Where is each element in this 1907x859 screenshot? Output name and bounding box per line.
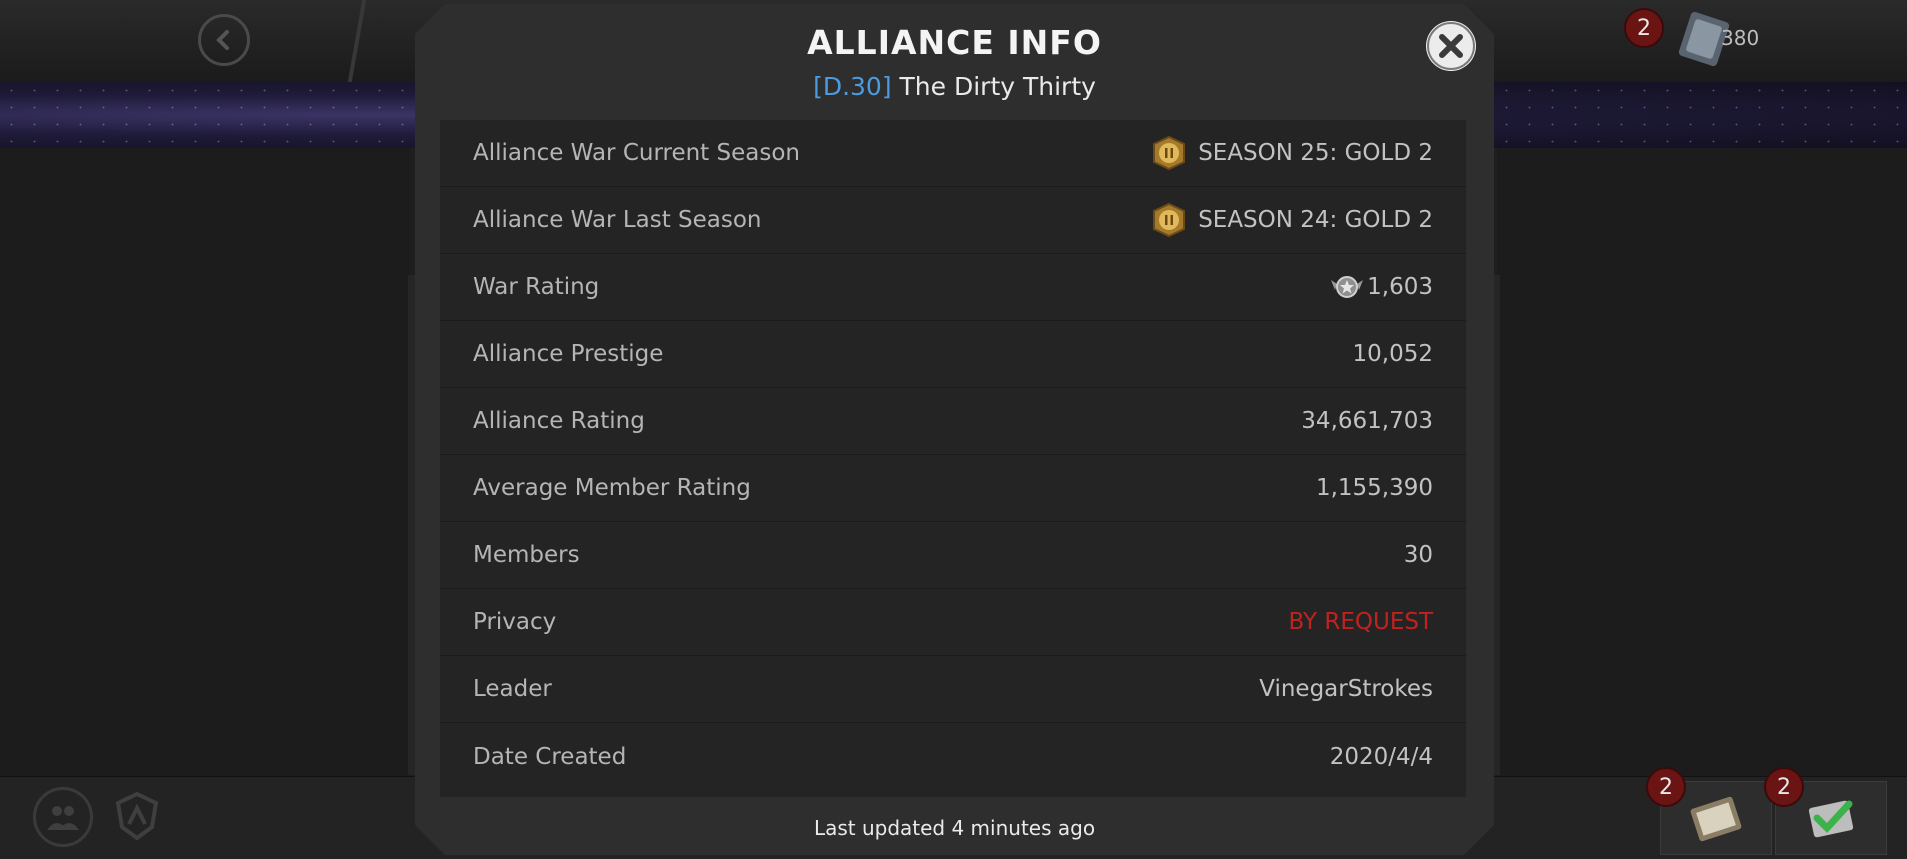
row-value: SEASON 25: GOLD 2 xyxy=(1150,135,1433,171)
members-icon[interactable] xyxy=(33,787,93,847)
gold-tier-badge-icon xyxy=(1150,202,1188,238)
row-alliance-prestige: Alliance Prestige 10,052 xyxy=(440,321,1466,388)
back-button[interactable] xyxy=(198,14,250,66)
close-icon xyxy=(1426,21,1476,71)
row-value: 2020/4/4 xyxy=(1329,743,1433,770)
row-label: Average Member Rating xyxy=(473,475,751,501)
leader-name[interactable]: VinegarStrokes xyxy=(1259,676,1433,702)
row-value: 1,603 xyxy=(1329,272,1433,302)
quests-badge: 2 xyxy=(1646,767,1686,807)
row-value: SEASON 24: GOLD 2 xyxy=(1150,202,1433,238)
row-war-current-season: Alliance War Current Season SEASON 25: G… xyxy=(440,120,1466,187)
row-label: War Rating xyxy=(473,274,600,300)
modal-title: ALLIANCE INFO xyxy=(807,23,1102,62)
checkmark-icon xyxy=(1808,800,1854,838)
row-label: Alliance War Current Season xyxy=(473,140,800,166)
alliance-shield-icon[interactable] xyxy=(112,791,162,841)
row-alliance-rating: Alliance Rating 34,661,703 xyxy=(440,388,1466,455)
privacy-status: BY REQUEST xyxy=(1288,609,1433,635)
alliance-info-modal: ALLIANCE INFO [D.30] The Dirty Thirty Al… xyxy=(415,4,1494,855)
chevron-left-icon xyxy=(216,30,229,50)
alliance-name-line: [D.30] The Dirty Thirty xyxy=(415,72,1494,101)
alliance-tag: [D.30] xyxy=(813,72,892,101)
row-value-text: SEASON 24: GOLD 2 xyxy=(1198,207,1433,233)
row-date-created: Date Created 2020/4/4 xyxy=(440,723,1466,790)
row-value: 34,661,703 xyxy=(1301,408,1433,434)
right-panel xyxy=(1497,148,1907,776)
nav-divider xyxy=(347,0,367,82)
row-label: Date Created xyxy=(473,743,627,770)
row-label: Privacy xyxy=(473,609,557,635)
currency-value: 380 xyxy=(1721,26,1760,50)
row-value-text: 1,603 xyxy=(1367,274,1433,300)
row-label: Alliance War Last Season xyxy=(473,207,762,233)
row-war-last-season: Alliance War Last Season SEASON 24: GOLD… xyxy=(440,187,1466,254)
row-leader: Leader VinegarStrokes xyxy=(440,656,1466,723)
row-label: Leader xyxy=(473,676,552,702)
info-table: Alliance War Current Season SEASON 25: G… xyxy=(440,120,1466,797)
row-value-text: SEASON 25: GOLD 2 xyxy=(1198,140,1433,166)
left-panel xyxy=(0,148,410,776)
gold-tier-badge-icon xyxy=(1150,135,1188,171)
checklist-badge: 2 xyxy=(1764,767,1804,807)
row-label: Alliance Rating xyxy=(473,408,645,434)
row-label: Members xyxy=(473,542,580,568)
close-button[interactable] xyxy=(1426,21,1476,71)
row-war-rating: War Rating 1,603 xyxy=(440,254,1466,321)
last-updated-text: Last updated 4 minutes ago xyxy=(813,816,1096,840)
alliance-name: The Dirty Thirty xyxy=(899,72,1096,101)
currency-badge: 2 xyxy=(1624,8,1664,48)
row-average-member-rating: Average Member Rating 1,155,390 xyxy=(440,455,1466,522)
row-value: 10,052 xyxy=(1352,341,1433,367)
row-value: 30 xyxy=(1403,542,1433,568)
row-privacy: Privacy BY REQUEST xyxy=(440,589,1466,656)
clipboard-icon xyxy=(1690,796,1742,842)
war-rating-icon xyxy=(1329,272,1365,302)
row-value: 1,155,390 xyxy=(1315,475,1433,501)
row-label: Alliance Prestige xyxy=(473,341,664,367)
row-members: Members 30 xyxy=(440,522,1466,589)
